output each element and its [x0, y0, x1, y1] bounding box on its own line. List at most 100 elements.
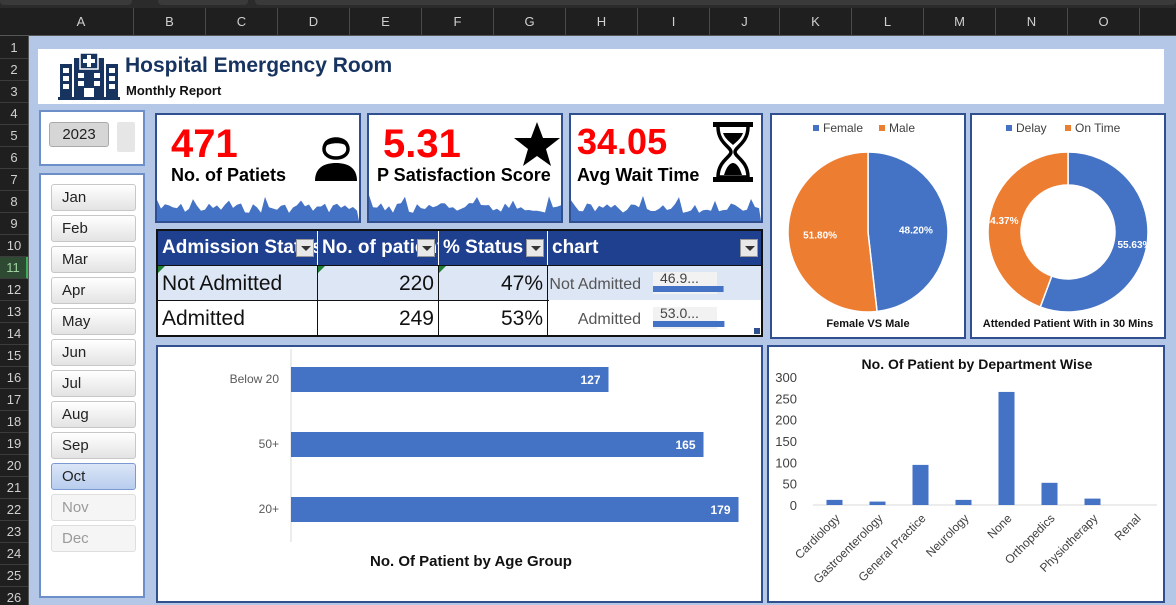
table-cell-status[interactable]: Not Admitted [158, 265, 318, 300]
age-bar [291, 367, 609, 392]
month-button-aug[interactable]: Aug [51, 401, 136, 428]
row-header-2[interactable]: 2 [0, 59, 28, 81]
kpi-satisfaction-label: P Satisfaction Score [377, 165, 551, 185]
kpi-satisfaction-sparkline [369, 195, 561, 221]
filter-dropdown-icon[interactable] [740, 239, 758, 257]
table-header-pct-status[interactable]: % Status [439, 231, 548, 265]
month-button-nov[interactable]: Nov [51, 494, 136, 521]
gender-pie-svg: Female Male 48.20% 51.80% Female VS Male [787, 121, 949, 330]
table-cell-count[interactable]: 249 [318, 300, 439, 335]
age-tick-label: Below 20 [230, 372, 280, 386]
table-cell-status[interactable]: Admitted [158, 300, 318, 335]
table-cell-pct[interactable]: 53% [439, 300, 548, 335]
row-header-21[interactable]: 21 [0, 477, 28, 499]
table-cell-pct[interactable]: 47% [439, 265, 548, 300]
table-header-chart[interactable]: chart [548, 231, 761, 265]
kpi-satisfaction-value: 5.31 [383, 122, 461, 166]
column-header-l[interactable]: L [852, 8, 924, 36]
gender-pie-data-label: 48.20% [899, 225, 933, 236]
kpi-patients-value: 471 [171, 122, 238, 166]
month-button-sep[interactable]: Sep [51, 432, 136, 459]
mini-chart-category-label: Not Admitted [549, 276, 641, 293]
column-header-d[interactable]: D [278, 8, 350, 36]
dept-chart-title: No. Of Patient by Department Wise [862, 356, 1093, 372]
row-header-17[interactable]: 17 [0, 389, 28, 411]
filter-dropdown-icon[interactable] [417, 239, 435, 257]
dept-y-tick-label: 250 [775, 391, 797, 406]
age-data-label: 179 [710, 503, 730, 517]
row-header-26[interactable]: 26 [0, 587, 28, 605]
column-header-e[interactable]: E [350, 8, 422, 36]
column-header-g[interactable]: G [494, 8, 566, 36]
row-header-6[interactable]: 6 [0, 147, 28, 169]
kpi-wait-sparkline [571, 195, 761, 221]
row-header-7[interactable]: 7 [0, 169, 28, 191]
column-header-a[interactable]: A [29, 8, 134, 36]
dept-y-tick-label: 200 [775, 413, 797, 428]
page-title: Hospital Emergency Room [125, 54, 393, 77]
dept-bar [998, 391, 1015, 505]
age-group-svg: Below 20 127 50+ 165 20+ 179 No. Of Patient by… [230, 349, 739, 570]
table-header-patients[interactable]: No. of patients [318, 231, 439, 265]
month-button-jul[interactable]: Jul [51, 370, 136, 397]
month-button-dec[interactable]: Dec [51, 525, 136, 552]
year-button-2023[interactable]: 2023 [49, 122, 109, 147]
row-header-22[interactable]: 22 [0, 499, 28, 521]
column-header-k[interactable]: K [780, 8, 852, 36]
row-header-9[interactable]: 9 [0, 213, 28, 235]
row-header-5[interactable]: 5 [0, 125, 28, 147]
month-button-jan[interactable]: Jan [51, 184, 136, 211]
page-subtitle: Monthly Report [126, 83, 222, 98]
month-button-may[interactable]: May [51, 308, 136, 335]
month-button-mar[interactable]: Mar [51, 246, 136, 273]
month-button-apr[interactable]: Apr [51, 277, 136, 304]
window-top-strip [0, 0, 1176, 8]
gender-pie-legend-label: Male [889, 121, 915, 135]
column-header-h[interactable]: H [566, 8, 638, 36]
dept-bar [1084, 498, 1101, 505]
row-header-24[interactable]: 24 [0, 543, 28, 565]
table-header-admission-status[interactable]: Admission Status [158, 231, 318, 265]
row-header-4[interactable]: 4 [0, 103, 28, 125]
row-header-16[interactable]: 16 [0, 367, 28, 389]
mini-chart-category-label: Admitted [578, 311, 641, 328]
row-header-23[interactable]: 23 [0, 521, 28, 543]
age-bar [291, 497, 739, 522]
column-header-i[interactable]: I [638, 8, 710, 36]
row-header-8[interactable]: 8 [0, 191, 28, 213]
mini-chart-bar [653, 286, 724, 292]
column-header-n[interactable]: N [996, 8, 1068, 36]
column-header-c[interactable]: C [206, 8, 278, 36]
row-header-10[interactable]: 10 [0, 235, 28, 257]
dept-x-tick-label: Neurology [923, 511, 972, 560]
filter-dropdown-icon[interactable] [296, 239, 314, 257]
row-header-18[interactable]: 18 [0, 411, 28, 433]
dept-x-tick-label: None [984, 511, 1014, 541]
row-header-1[interactable]: 1 [0, 37, 28, 59]
row-header-12[interactable]: 12 [0, 279, 28, 301]
row-header-13[interactable]: 13 [0, 301, 28, 323]
row-header-20[interactable]: 20 [0, 455, 28, 477]
column-header-o[interactable]: O [1068, 8, 1140, 36]
column-header-m[interactable]: M [924, 8, 996, 36]
column-header-b[interactable]: B [134, 8, 206, 36]
report-header: Hospital Emergency Room Monthly Report [38, 49, 1164, 104]
age-data-label: 165 [675, 438, 695, 452]
table-cell-count[interactable]: 220 [318, 265, 439, 300]
row-header-3[interactable]: 3 [0, 81, 28, 103]
filter-dropdown-icon[interactable] [526, 239, 544, 257]
row-header-19[interactable]: 19 [0, 433, 28, 455]
column-header-j[interactable]: J [710, 8, 780, 36]
month-button-feb[interactable]: Feb [51, 215, 136, 242]
row-header-15[interactable]: 15 [0, 345, 28, 367]
kpi-patients-label: No. of Patiets [171, 165, 287, 185]
gender-pie-chart: Female Male 48.20% 51.80% Female VS Male [770, 113, 966, 339]
row-header-11[interactable]: 11 [0, 257, 28, 279]
month-button-oct[interactable]: Oct [51, 463, 136, 490]
column-header-f[interactable]: F [422, 8, 494, 36]
row-header-25[interactable]: 25 [0, 565, 28, 587]
month-button-jun[interactable]: Jun [51, 339, 136, 366]
row-header-14[interactable]: 14 [0, 323, 28, 345]
year-slicer-scrollbar[interactable] [117, 122, 135, 152]
kpi-wait-label: Avg Wait Time [577, 165, 700, 185]
